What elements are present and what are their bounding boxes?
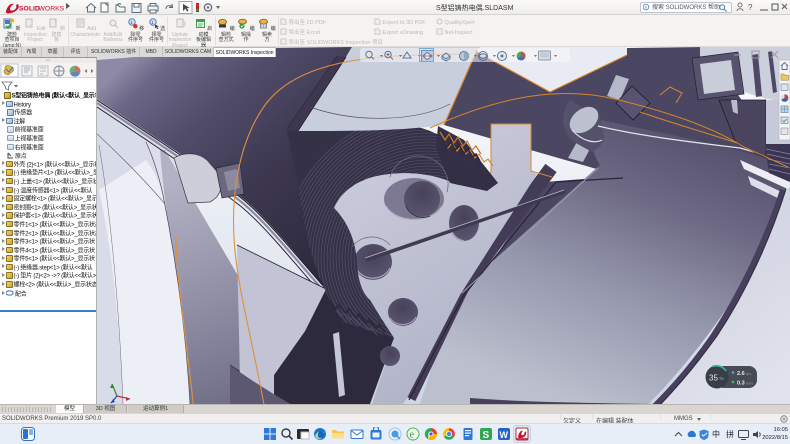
svg-text:S: S xyxy=(483,430,490,441)
svg-text:35: 35 xyxy=(709,374,718,383)
svg-text:W: W xyxy=(500,430,509,440)
svg-text:SOLID: SOLID xyxy=(19,6,40,13)
svg-text:%: % xyxy=(720,376,724,381)
svg-text:fps: fps xyxy=(746,371,751,376)
svg-text:mm: mm xyxy=(746,381,753,386)
svg-text:2.6: 2.6 xyxy=(737,371,745,377)
svg-text:?: ? xyxy=(748,3,753,12)
svg-text:0.3: 0.3 xyxy=(737,381,745,387)
svg-text:e: e xyxy=(410,430,415,441)
svg-text:WORKS: WORKS xyxy=(39,6,65,13)
